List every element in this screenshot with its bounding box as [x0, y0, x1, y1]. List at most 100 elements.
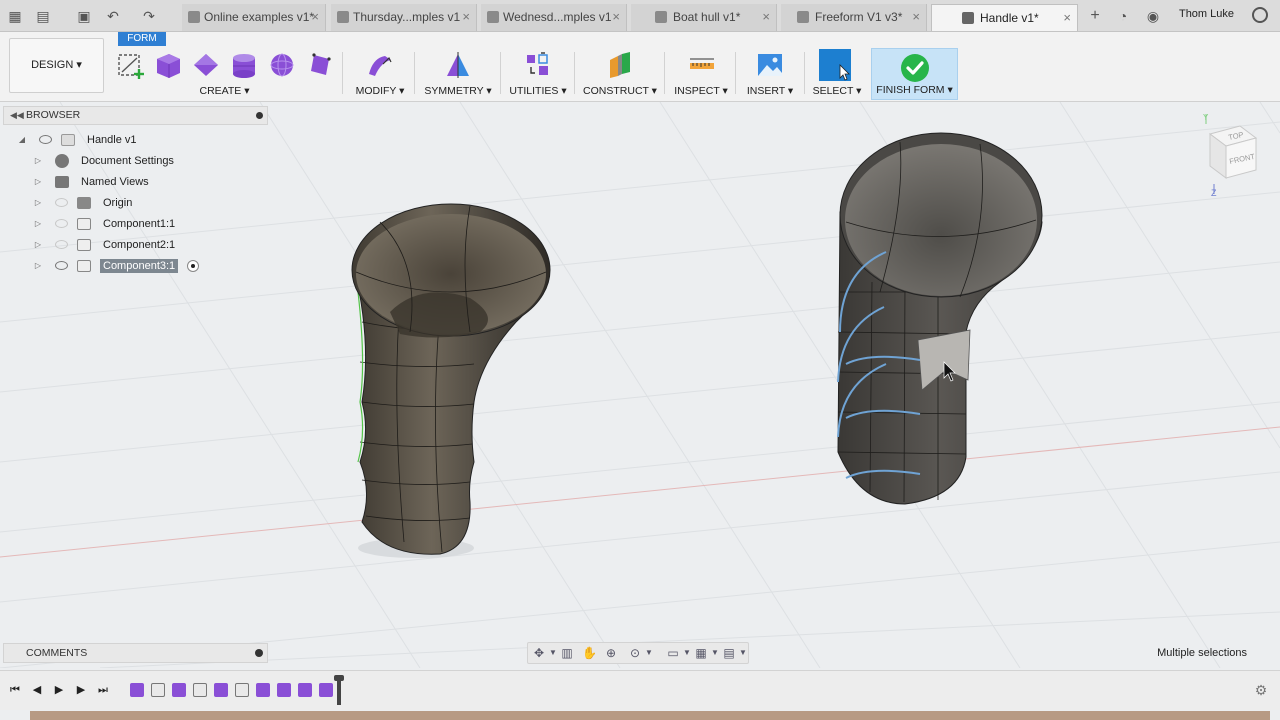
close-icon[interactable]: × [311, 4, 319, 30]
construct-menu[interactable]: CONSTRUCT ▾ [580, 85, 660, 97]
plane-icon[interactable] [191, 50, 221, 80]
modify-group[interactable]: MODIFY ▾ [349, 46, 411, 100]
symmetry-group[interactable]: SYMMETRY ▾ [420, 46, 496, 100]
select-group[interactable]: SELECT ▾ [809, 46, 865, 100]
tab-thursday-examples[interactable]: Thursday...mples v1 × [331, 4, 477, 31]
look-at-icon[interactable]: ▥ [560, 646, 574, 660]
timeline-form-feature-icon[interactable] [130, 683, 144, 697]
view-cube[interactable]: TOP FRONT Y Z [1200, 112, 1270, 202]
new-tab-icon[interactable]: + [1086, 7, 1104, 25]
workspace-switcher[interactable]: DESIGN ▾ [9, 38, 104, 93]
chevron-down-icon[interactable]: ▼ [642, 646, 656, 660]
timeline-form-feature-icon[interactable] [172, 683, 186, 697]
close-icon[interactable]: × [462, 4, 470, 30]
expand-right-icon[interactable]: ▷ [33, 151, 43, 171]
orbit-icon[interactable]: ✥ [532, 646, 546, 660]
chevron-down-icon[interactable]: ▼ [736, 646, 750, 660]
expand-right-icon[interactable]: ▷ [33, 256, 43, 276]
timeline-form-feature-icon[interactable] [256, 683, 270, 697]
go-to-start-icon[interactable]: ⏮ [8, 683, 22, 697]
sphere-icon[interactable] [267, 50, 297, 80]
pin-icon[interactable] [256, 112, 263, 119]
tree-item-origin[interactable]: ▷ Origin [33, 193, 267, 213]
play-icon[interactable]: ▶ [52, 683, 66, 697]
go-to-end-icon[interactable]: ⏭ [96, 683, 110, 697]
tree-item-component1[interactable]: ▷ Component1:1 [33, 214, 267, 234]
timeline-form-feature-icon[interactable] [319, 683, 333, 697]
face-icon[interactable] [305, 50, 335, 80]
tree-item-named-views[interactable]: ▷ Named Views [33, 172, 267, 192]
redo-icon[interactable]: ↷ [140, 7, 158, 25]
create-menu[interactable]: CREATE ▾ [172, 85, 277, 97]
visibility-eye-icon[interactable] [55, 240, 68, 249]
construct-icon[interactable] [605, 50, 635, 80]
expand-right-icon[interactable]: ▷ [33, 214, 43, 234]
job-status-icon[interactable]: ◔ [1114, 7, 1132, 25]
tab-form[interactable]: FORM [118, 32, 166, 46]
timeline-component-feature-icon[interactable] [235, 683, 249, 697]
measure-icon[interactable] [687, 50, 717, 80]
gear-icon[interactable]: ⚙ [1254, 683, 1268, 697]
close-icon[interactable]: × [762, 4, 770, 30]
close-icon[interactable]: × [612, 4, 620, 30]
display-settings-icon[interactable]: ▭ [666, 646, 680, 660]
box-icon[interactable] [153, 50, 183, 80]
construct-group[interactable]: CONSTRUCT ▾ [580, 46, 660, 100]
timeline-marker[interactable] [334, 675, 344, 705]
view-cube-icon[interactable]: TOP FRONT Y Z [1200, 112, 1270, 202]
timeline-component-feature-icon[interactable] [151, 683, 165, 697]
viewports-icon[interactable]: ▤ [722, 646, 736, 660]
select-icon[interactable] [818, 48, 852, 82]
symmetry-menu[interactable]: SYMMETRY ▾ [420, 85, 496, 97]
select-menu[interactable]: SELECT ▾ [809, 85, 865, 97]
create-group[interactable]: CREATE ▾ [112, 46, 336, 100]
collapse-icon[interactable]: ◀◀ [10, 107, 24, 124]
pan-hand-icon[interactable]: ✋ [582, 646, 597, 660]
tree-item-document-settings[interactable]: ▷ Document Settings [33, 151, 267, 171]
close-icon[interactable]: × [1063, 5, 1071, 31]
insert-menu[interactable]: INSERT ▾ [741, 85, 799, 97]
chevron-down-icon[interactable]: ▼ [708, 646, 722, 660]
tree-item-component2[interactable]: ▷ Component2:1 [33, 235, 267, 255]
save-icon[interactable]: ▣ [75, 7, 93, 25]
inspect-group[interactable]: INSPECT ▾ [671, 46, 731, 100]
tree-root[interactable]: ◢ Handle v1 [17, 130, 267, 150]
expand-down-icon[interactable]: ◢ [17, 130, 27, 150]
modify-icon[interactable] [365, 50, 395, 80]
tab-boat-hull[interactable]: Boat hull v1* × [631, 4, 777, 31]
notifications-icon[interactable]: ◉ [1144, 7, 1162, 25]
close-icon[interactable]: × [912, 4, 920, 30]
utilities-icon[interactable] [523, 50, 553, 80]
expand-right-icon[interactable]: ▷ [33, 193, 43, 213]
chevron-down-icon[interactable]: ▼ [546, 646, 560, 660]
file-menu-icon[interactable]: ▤ [34, 7, 52, 25]
handle-body-right[interactable] [837, 132, 1043, 505]
chevron-down-icon[interactable]: ▼ [680, 646, 694, 660]
tab-handle[interactable]: Handle v1* × [931, 4, 1078, 31]
insert-image-icon[interactable] [755, 50, 785, 80]
expand-right-icon[interactable]: ▷ [33, 172, 43, 192]
timeline-form-feature-icon[interactable] [298, 683, 312, 697]
inspect-menu[interactable]: INSPECT ▾ [671, 85, 731, 97]
tab-online-examples[interactable]: Online examples v1* × [182, 4, 326, 31]
activate-component-radio[interactable] [187, 260, 199, 272]
browser-header[interactable]: ◀◀ BROWSER [3, 106, 268, 125]
finish-form-button[interactable]: FINISH FORM ▾ [871, 48, 958, 100]
add-comment-icon[interactable] [255, 649, 263, 657]
grid-icon[interactable]: ▦ [694, 646, 708, 660]
utilities-menu[interactable]: UTILITIES ▾ [505, 85, 571, 97]
utilities-group[interactable]: UTILITIES ▾ [505, 46, 571, 100]
comments-panel[interactable]: COMMENTS [3, 643, 268, 663]
timeline-form-feature-icon[interactable] [277, 683, 291, 697]
visibility-eye-icon[interactable] [55, 198, 68, 207]
app-grid-icon[interactable]: ▦ [6, 7, 24, 25]
expand-right-icon[interactable]: ▷ [33, 235, 43, 255]
fit-icon[interactable]: ⊙ [628, 646, 642, 660]
zoom-icon[interactable]: ⊕ [604, 646, 618, 660]
tab-freeform[interactable]: Freeform V1 v3* × [781, 4, 927, 31]
handle-body-left[interactable] [351, 203, 551, 558]
visibility-eye-icon[interactable] [39, 135, 52, 144]
symmetry-icon[interactable] [443, 50, 473, 80]
cylinder-icon[interactable] [229, 50, 259, 80]
timeline-form-feature-icon[interactable] [214, 683, 228, 697]
